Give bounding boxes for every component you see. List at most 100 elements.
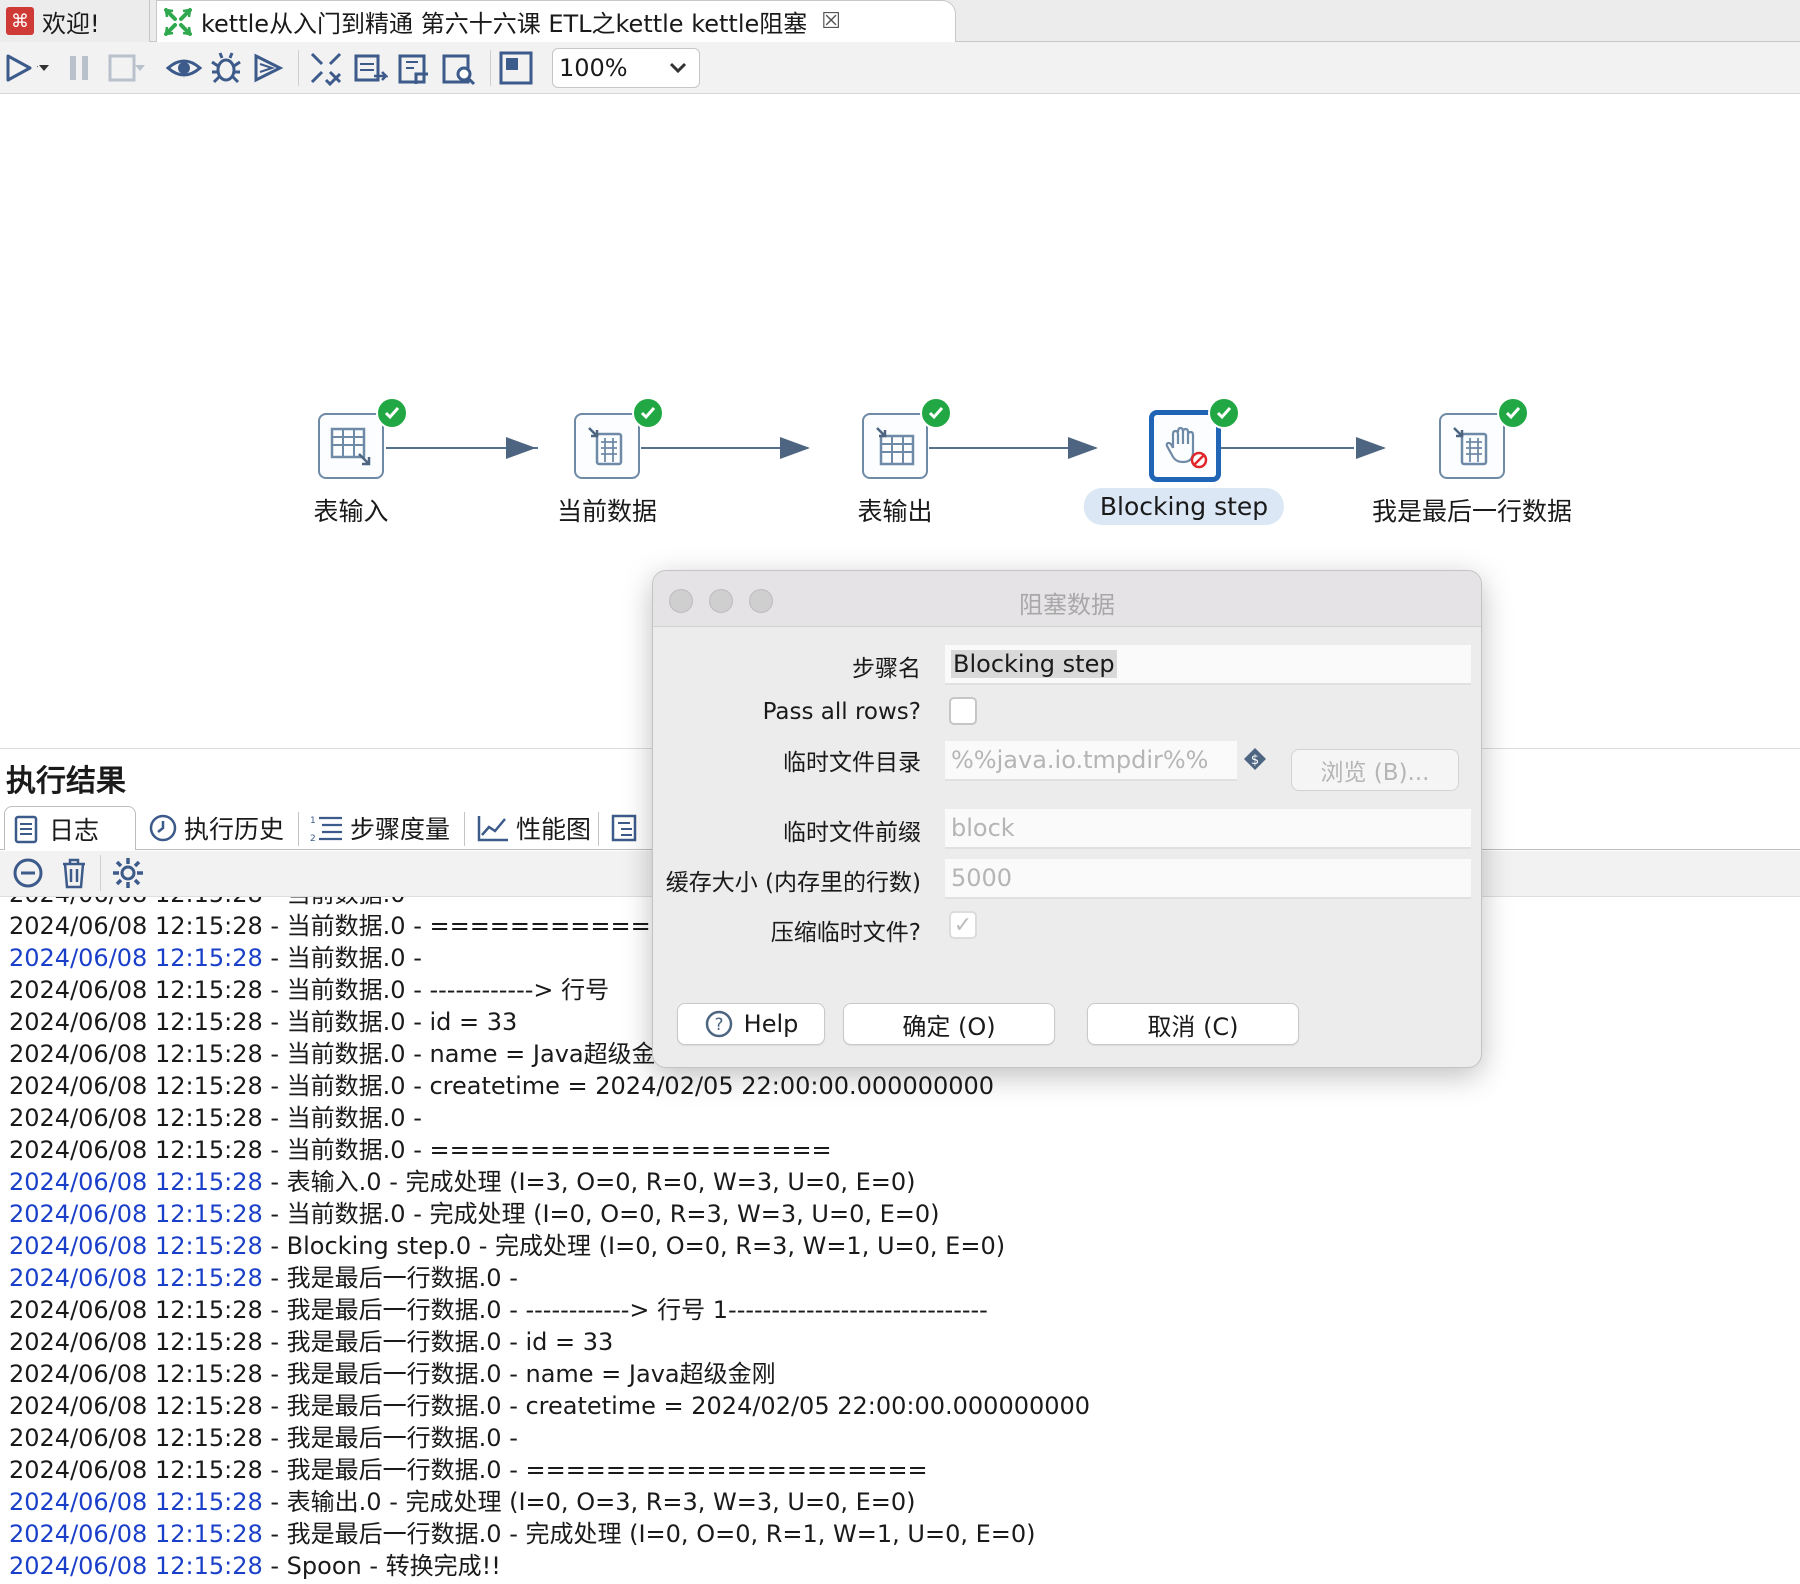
step-name-input[interactable]: Blocking step bbox=[945, 645, 1471, 685]
log-timestamp: 2024/06/08 12:15:28 bbox=[9, 1296, 263, 1324]
toolbar-divider bbox=[490, 50, 491, 86]
cancel-button[interactable]: 取消 (C) bbox=[1087, 1003, 1299, 1045]
hop-arrow-icon bbox=[506, 437, 536, 459]
variable-diamond-icon[interactable]: $ bbox=[1243, 747, 1267, 771]
svg-text:1: 1 bbox=[310, 816, 316, 826]
log-timestamp: 2024/06/08 12:15:28 bbox=[9, 1520, 263, 1548]
stop-options-dropdown-icon[interactable] bbox=[132, 50, 148, 86]
log-timestamp: 2024/06/08 12:15:28 bbox=[9, 1072, 263, 1100]
log-timestamp: 2024/06/08 12:15:28 bbox=[9, 1136, 263, 1164]
hop-line[interactable] bbox=[929, 447, 1069, 449]
replay-icon[interactable] bbox=[250, 50, 286, 86]
log-timestamp: 2024/06/08 12:15:28 bbox=[9, 1424, 263, 1452]
step-current-data[interactable] bbox=[574, 413, 640, 479]
tab-log-label: 日志 bbox=[49, 815, 100, 845]
close-tab-icon[interactable]: ☒ bbox=[821, 9, 841, 34]
hop-arrow-icon bbox=[780, 437, 810, 459]
log-message: - 当前数据.0 - bbox=[263, 897, 421, 908]
blocking-step-icon bbox=[1165, 426, 1208, 469]
debug-icon[interactable] bbox=[208, 50, 244, 86]
impact-analysis-icon[interactable] bbox=[352, 50, 388, 86]
dialog-title: 阻塞数据 bbox=[1019, 591, 1115, 619]
cache-size-input[interactable]: 5000 bbox=[945, 859, 1471, 899]
log-line: 2024/06/08 12:15:28 - 我是最后一行数据.0 - 完成处理 … bbox=[9, 1519, 1036, 1549]
tab-transformation[interactable]: kettle从入门到精通 第六十六课 ETL之kettle kettle阻塞 ☒ bbox=[156, 0, 956, 42]
toolbar-divider bbox=[100, 855, 101, 891]
step-label[interactable]: 当前数据 bbox=[557, 492, 657, 528]
step-name-label: 步骤名 bbox=[852, 656, 921, 682]
log-line: 2024/06/08 12:15:28 - 我是最后一行数据.0 - name … bbox=[9, 1359, 776, 1389]
step-metrics-icon: 1 2 bbox=[310, 816, 342, 843]
hop-line[interactable] bbox=[1219, 447, 1354, 449]
success-check-icon bbox=[632, 397, 664, 429]
log-line: 2024/06/08 12:15:28 - 我是最后一行数据.0 - id = … bbox=[9, 1327, 613, 1357]
logging-icon bbox=[611, 814, 637, 842]
zoom-value: 100% bbox=[559, 54, 628, 82]
tab-history[interactable]: 执行历史 bbox=[140, 806, 292, 850]
pass-all-rows-checkbox[interactable] bbox=[949, 697, 977, 725]
log-line: 2024/06/08 12:15:28 - 表输出.0 - 完成处理 (I=0,… bbox=[9, 1487, 916, 1517]
hop-line[interactable] bbox=[641, 447, 791, 449]
preview-icon[interactable] bbox=[166, 50, 202, 86]
log-message: - 表输出.0 - 完成处理 (I=0, O=3, R=3, W=3, U=0,… bbox=[262, 1488, 916, 1516]
tab-welcome[interactable]: ⌘ 欢迎! bbox=[0, 0, 150, 42]
verify-icon[interactable] bbox=[308, 50, 344, 86]
explore-database-icon[interactable] bbox=[440, 50, 476, 86]
tab-performance-graph[interactable]: 性能图 bbox=[468, 806, 599, 850]
tab-more[interactable] bbox=[602, 806, 652, 850]
gear-icon[interactable] bbox=[110, 855, 146, 891]
log-line: 2024/06/08 12:15:28 - 当前数据.0 - =========… bbox=[9, 1135, 832, 1165]
tab-welcome-label: 欢迎! bbox=[42, 9, 100, 38]
log-message: - Blocking step.0 - 完成处理 (I=0, O=0, R=3,… bbox=[262, 1232, 1006, 1260]
step-table-output[interactable] bbox=[862, 413, 928, 479]
log-line: 2024/06/08 12:15:28 - 我是最后一行数据.0 - bbox=[9, 1263, 518, 1293]
log-message: - 当前数据.0 - ==================== bbox=[262, 1136, 832, 1164]
log-message: - 我是最后一行数据.0 - ==================== bbox=[262, 1456, 928, 1484]
log-message: - 当前数据.0 - id = 33 bbox=[262, 1008, 518, 1036]
table-output-icon bbox=[876, 427, 915, 466]
hop-arrow-icon bbox=[1068, 437, 1098, 459]
dialog-titlebar[interactable]: 阻塞数据 bbox=[653, 571, 1481, 627]
log-line: 2024/06/08 12:15:28 - 当前数据.0 - bbox=[9, 897, 422, 909]
compress-checkbox[interactable]: ✓ bbox=[949, 911, 977, 939]
tab-performance-label: 性能图 bbox=[516, 815, 592, 844]
help-button[interactable]: ? Help bbox=[677, 1003, 825, 1045]
success-check-icon bbox=[920, 397, 952, 429]
trash-icon[interactable] bbox=[56, 855, 92, 891]
log-line: 2024/06/08 12:15:28 - 当前数据.0 - name = Ja… bbox=[9, 1039, 680, 1069]
step-table-input[interactable] bbox=[318, 413, 384, 479]
tab-history-label: 执行历史 bbox=[184, 815, 285, 844]
step-last-row-data[interactable] bbox=[1439, 413, 1505, 479]
log-timestamp: 2024/06/08 12:15:28 bbox=[9, 1552, 263, 1580]
step-label[interactable]: 我是最后一行数据 bbox=[1372, 492, 1572, 528]
temp-dir-label: 临时文件目录 bbox=[783, 750, 921, 776]
ok-button[interactable]: 确定 (O) bbox=[843, 1003, 1055, 1045]
table-input-icon bbox=[330, 427, 371, 466]
tab-divider bbox=[298, 812, 299, 846]
step-label[interactable]: 表输入 bbox=[313, 492, 388, 528]
run-options-dropdown-icon[interactable] bbox=[36, 50, 52, 86]
step-label-selected[interactable]: Blocking step bbox=[1083, 488, 1285, 525]
tab-step-metrics[interactable]: 1 2 步骤度量 bbox=[302, 806, 458, 850]
run-button[interactable] bbox=[2, 50, 38, 86]
svg-text:$: $ bbox=[1251, 753, 1259, 768]
browse-button[interactable]: 浏览 (B)... bbox=[1291, 749, 1459, 791]
temp-dir-input[interactable]: %%java.io.tmpdir%% bbox=[945, 741, 1237, 781]
chevron-down-icon[interactable] bbox=[663, 54, 693, 82]
temp-prefix-label: 临时文件前缀 bbox=[783, 820, 921, 846]
log-line: 2024/06/08 12:15:28 - Spoon - 转换完成!! bbox=[9, 1551, 501, 1581]
show-results-icon[interactable] bbox=[498, 50, 534, 86]
tab-log[interactable]: 日志 bbox=[4, 806, 136, 850]
log-line: 2024/06/08 12:15:28 - 我是最后一行数据.0 - creat… bbox=[9, 1391, 1090, 1421]
step-label[interactable]: 表输出 bbox=[857, 492, 932, 528]
log-timestamp: 2024/06/08 12:15:28 bbox=[9, 1200, 263, 1228]
zoom-select[interactable]: 100% bbox=[552, 48, 700, 88]
help-label: Help bbox=[743, 1010, 799, 1038]
log-message: - 我是最后一行数据.0 - bbox=[262, 1424, 518, 1452]
temp-prefix-input[interactable]: block bbox=[945, 809, 1471, 849]
generate-sql-icon[interactable] bbox=[396, 50, 432, 86]
clear-log-icon[interactable] bbox=[10, 855, 46, 891]
log-timestamp: 2024/06/08 12:15:28 bbox=[9, 976, 263, 1004]
svg-text:?: ? bbox=[714, 1015, 723, 1035]
pause-button[interactable] bbox=[62, 50, 98, 86]
